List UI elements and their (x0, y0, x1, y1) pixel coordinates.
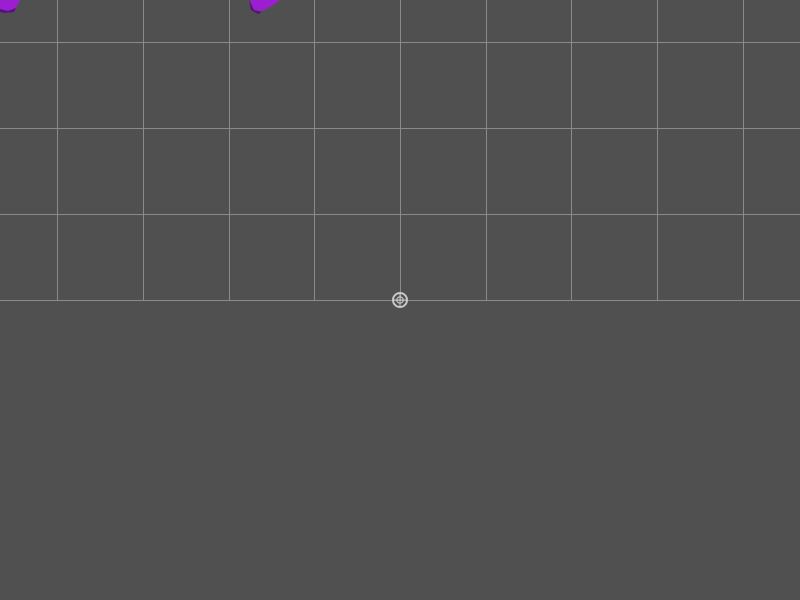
purple-object-left[interactable] (0, 0, 20, 13)
3d-viewport[interactable] (0, 0, 800, 600)
scene-canvas[interactable] (0, 0, 800, 600)
ground-grid (0, 0, 800, 301)
pivot-crosshair-icon[interactable] (392, 292, 408, 308)
purple-object-center[interactable] (249, 0, 280, 14)
purple-object-left-face (0, 0, 20, 11)
purple-object-center-face (250, 0, 280, 11)
